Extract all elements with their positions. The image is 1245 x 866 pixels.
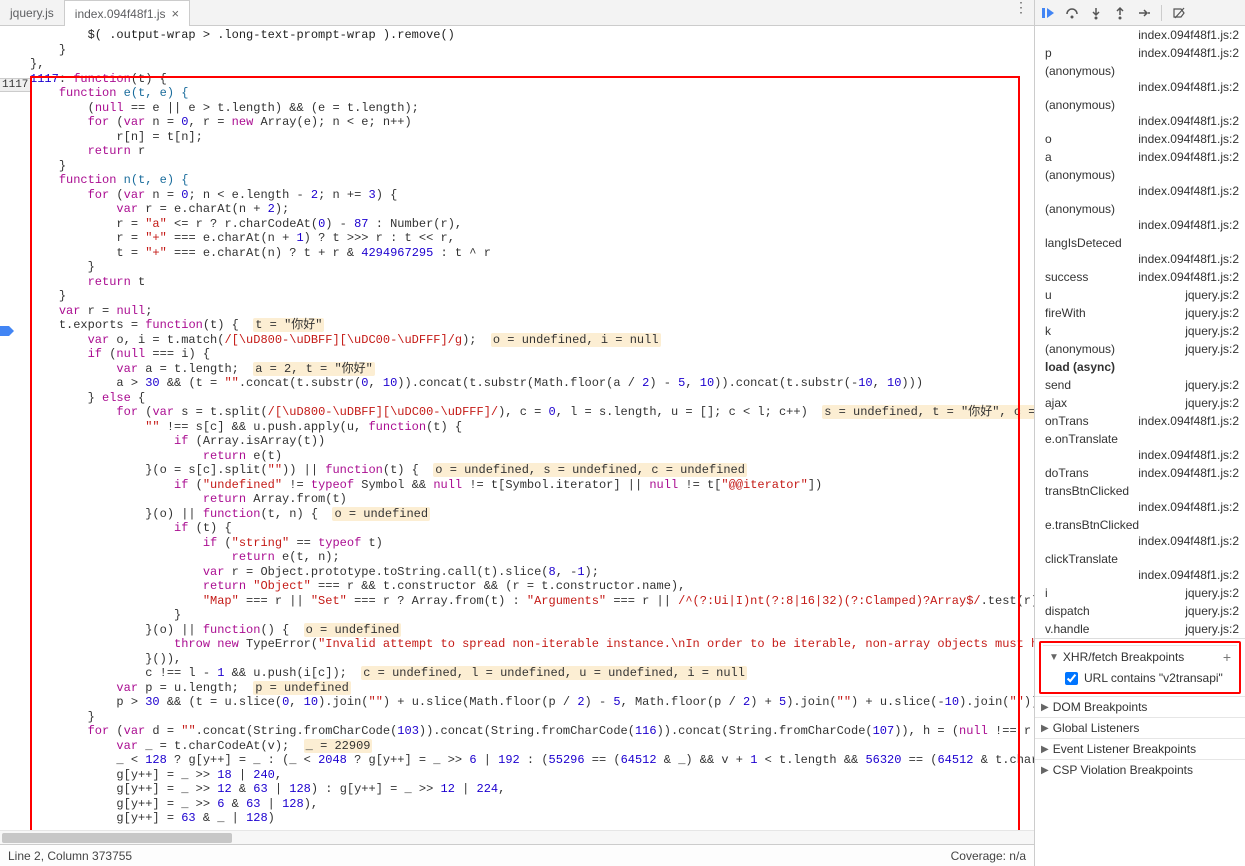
call-stack-frame[interactable]: v.handlejquery.js:2 xyxy=(1035,620,1245,638)
chevron-right-icon: ▶ xyxy=(1041,702,1049,713)
more-icon[interactable]: ⋮ xyxy=(1008,0,1034,25)
call-stack-frame[interactable]: (anonymous)index.094f48f1.js:2 xyxy=(1035,96,1245,130)
section-dom[interactable]: ▶DOM Breakpoints xyxy=(1035,696,1245,717)
status-bar: Line 2, Column 373755 Coverage: n/a xyxy=(0,844,1034,866)
call-stack-frame[interactable]: fireWithjquery.js:2 xyxy=(1035,304,1245,322)
scrollbar-thumb[interactable] xyxy=(2,833,232,843)
tab-index[interactable]: index.094f48f1.js × xyxy=(64,0,190,26)
call-stack-frame[interactable]: onTransindex.094f48f1.js:2 xyxy=(1035,412,1245,430)
call-stack-frame[interactable]: (anonymous)jquery.js:2 xyxy=(1035,340,1245,358)
section-global-listeners[interactable]: ▶Global Listeners xyxy=(1035,717,1245,738)
call-stack-frame[interactable]: (anonymous)index.094f48f1.js:2 xyxy=(1035,62,1245,96)
call-stack-frame[interactable]: langIsDetecedindex.094f48f1.js:2 xyxy=(1035,234,1245,268)
call-stack-frame[interactable]: successindex.094f48f1.js:2 xyxy=(1035,268,1245,286)
call-stack-frame[interactable]: pindex.094f48f1.js:2 xyxy=(1035,44,1245,62)
chevron-down-icon: ▼ xyxy=(1049,652,1059,663)
call-stack-frame[interactable]: ujquery.js:2 xyxy=(1035,286,1245,304)
call-stack-frame[interactable]: doTransindex.094f48f1.js:2 xyxy=(1035,464,1245,482)
coverage-status: Coverage: n/a xyxy=(951,849,1026,863)
call-stack-frame[interactable]: index.094f48f1.js:2 xyxy=(1035,26,1245,44)
section-csp[interactable]: ▶CSP Violation Breakpoints xyxy=(1035,759,1245,780)
highlight-box-xhr: ▼XHR/fetch Breakpoints+ URL contains "v2… xyxy=(1039,641,1241,694)
call-stack-frame[interactable]: ijquery.js:2 xyxy=(1035,584,1245,602)
add-icon[interactable]: + xyxy=(1223,649,1231,665)
call-stack-frame[interactable]: oindex.094f48f1.js:2 xyxy=(1035,130,1245,148)
step-over-icon[interactable] xyxy=(1063,4,1081,22)
editor-pane: jquery.js index.094f48f1.js × ⋮ 1117 $( .… xyxy=(0,0,1035,866)
xhr-item-label: URL contains "v2transapi" xyxy=(1084,671,1223,685)
xhr-checkbox[interactable] xyxy=(1065,672,1078,685)
call-stack-frame[interactable]: (anonymous)index.094f48f1.js:2 xyxy=(1035,166,1245,200)
call-stack-frame[interactable]: aindex.094f48f1.js:2 xyxy=(1035,148,1245,166)
step-into-icon[interactable] xyxy=(1087,4,1105,22)
call-stack-frame[interactable]: ajaxjquery.js:2 xyxy=(1035,394,1245,412)
chevron-right-icon: ▶ xyxy=(1041,744,1049,755)
horiz-scrollbar[interactable] xyxy=(0,830,1034,844)
debug-toolbar xyxy=(1035,0,1245,26)
deactivate-bp-icon[interactable] xyxy=(1170,4,1188,22)
tab-index-label: index.094f48f1.js xyxy=(75,7,166,21)
gutter: 1117 xyxy=(0,26,24,830)
call-stack-frame[interactable]: clickTranslateindex.094f48f1.js:2 xyxy=(1035,550,1245,584)
code-area[interactable]: 1117 $( .output-wrap > .long-text-prompt… xyxy=(0,26,1034,830)
call-stack-frame[interactable]: e.onTranslateindex.094f48f1.js:2 xyxy=(1035,430,1245,464)
step-out-icon[interactable] xyxy=(1111,4,1129,22)
call-stack-frame[interactable]: sendjquery.js:2 xyxy=(1035,376,1245,394)
breakpoint-sections: ▼XHR/fetch Breakpoints+ URL contains "v2… xyxy=(1035,638,1245,780)
code-content[interactable]: $( .output-wrap > .long-text-prompt-wrap… xyxy=(24,26,1034,830)
section-event-listener[interactable]: ▶Event Listener Breakpoints xyxy=(1035,738,1245,759)
section-xhr[interactable]: ▼XHR/fetch Breakpoints+ xyxy=(1043,645,1237,668)
xhr-breakpoint-item[interactable]: URL contains "v2transapi" xyxy=(1065,671,1231,685)
resume-icon[interactable] xyxy=(1039,4,1057,22)
call-stack-frame[interactable]: dispatchjquery.js:2 xyxy=(1035,602,1245,620)
chevron-right-icon: ▶ xyxy=(1041,723,1049,734)
call-stack[interactable]: index.094f48f1.js:2pindex.094f48f1.js:2(… xyxy=(1035,26,1245,638)
call-stack-frame[interactable]: transBtnClickedindex.094f48f1.js:2 xyxy=(1035,482,1245,516)
tab-bar: jquery.js index.094f48f1.js × ⋮ xyxy=(0,0,1034,26)
call-stack-async: load (async) xyxy=(1035,358,1245,376)
cursor-pos: Line 2, Column 373755 xyxy=(8,849,132,863)
call-stack-frame[interactable]: (anonymous)index.094f48f1.js:2 xyxy=(1035,200,1245,234)
debugger-pane: index.094f48f1.js:2pindex.094f48f1.js:2(… xyxy=(1035,0,1245,866)
chevron-right-icon: ▶ xyxy=(1041,765,1049,776)
call-stack-frame[interactable]: kjquery.js:2 xyxy=(1035,322,1245,340)
call-stack-frame[interactable]: e.transBtnClickedindex.094f48f1.js:2 xyxy=(1035,516,1245,550)
breakpoint-arrow[interactable] xyxy=(0,326,14,336)
close-icon[interactable]: × xyxy=(172,6,180,21)
tab-jquery[interactable]: jquery.js xyxy=(0,0,64,25)
step-icon[interactable] xyxy=(1135,4,1153,22)
